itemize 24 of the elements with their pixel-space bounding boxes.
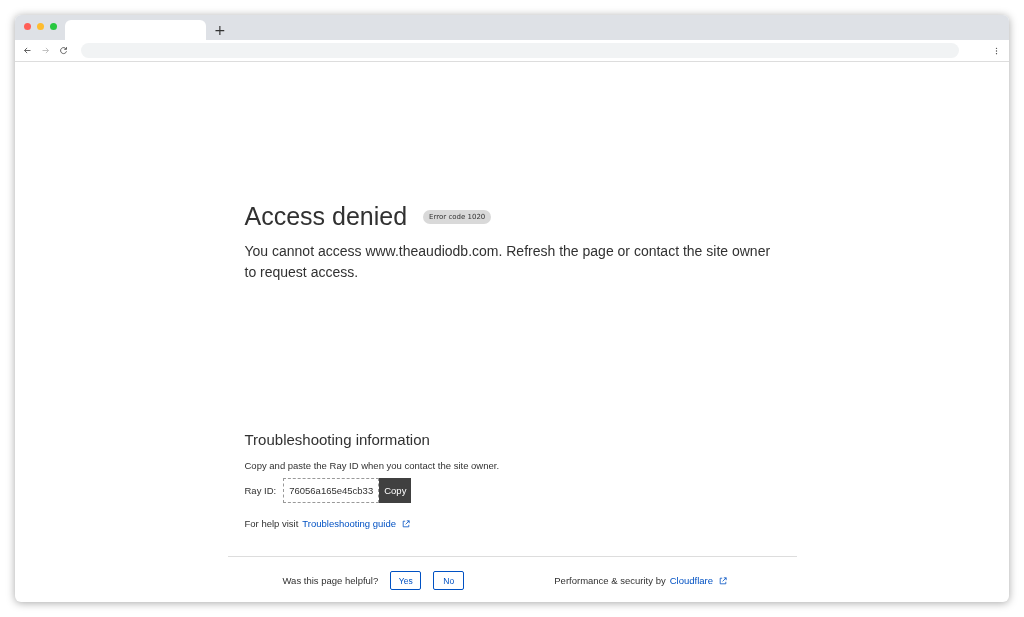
page-title: Access denied (244, 202, 408, 231)
copy-button[interactable]: Copy (379, 478, 412, 503)
troubleshooting-guide-link[interactable]: Troubleshooting guide (302, 518, 397, 529)
forward-icon[interactable] (41, 46, 50, 55)
menu-icon[interactable] (995, 46, 998, 55)
feedback-button[interactable]: Yes (390, 571, 422, 590)
cloudflare-link[interactable]: Cloudflare (669, 575, 713, 586)
back-icon[interactable] (23, 46, 32, 55)
external-link-icon (719, 576, 727, 585)
error-message: You cannot access www.theaudiodb.com. Refresh the page or contact the site owner to request access. (244, 242, 772, 282)
browser-tab[interactable] (65, 20, 206, 40)
help-text: For help visit (244, 518, 299, 529)
maximize-window-button[interactable] (50, 23, 57, 30)
close-window-button[interactable] (24, 23, 31, 30)
section-heading: Troubleshooting information (244, 431, 431, 448)
external-link-icon (402, 519, 411, 528)
feedback-question: Was this page helpful? (282, 575, 379, 586)
hint-text: Copy and paste the Ray ID when you contact the site owner. (244, 460, 501, 471)
reload-icon[interactable] (59, 46, 68, 55)
feedback-button[interactable]: No (433, 571, 465, 590)
new-tab-button[interactable]: + (206, 22, 234, 40)
minimize-window-button[interactable] (37, 23, 44, 30)
credit-text: Performance & security by (554, 575, 666, 586)
ray-id-label: Ray ID: (244, 485, 277, 496)
